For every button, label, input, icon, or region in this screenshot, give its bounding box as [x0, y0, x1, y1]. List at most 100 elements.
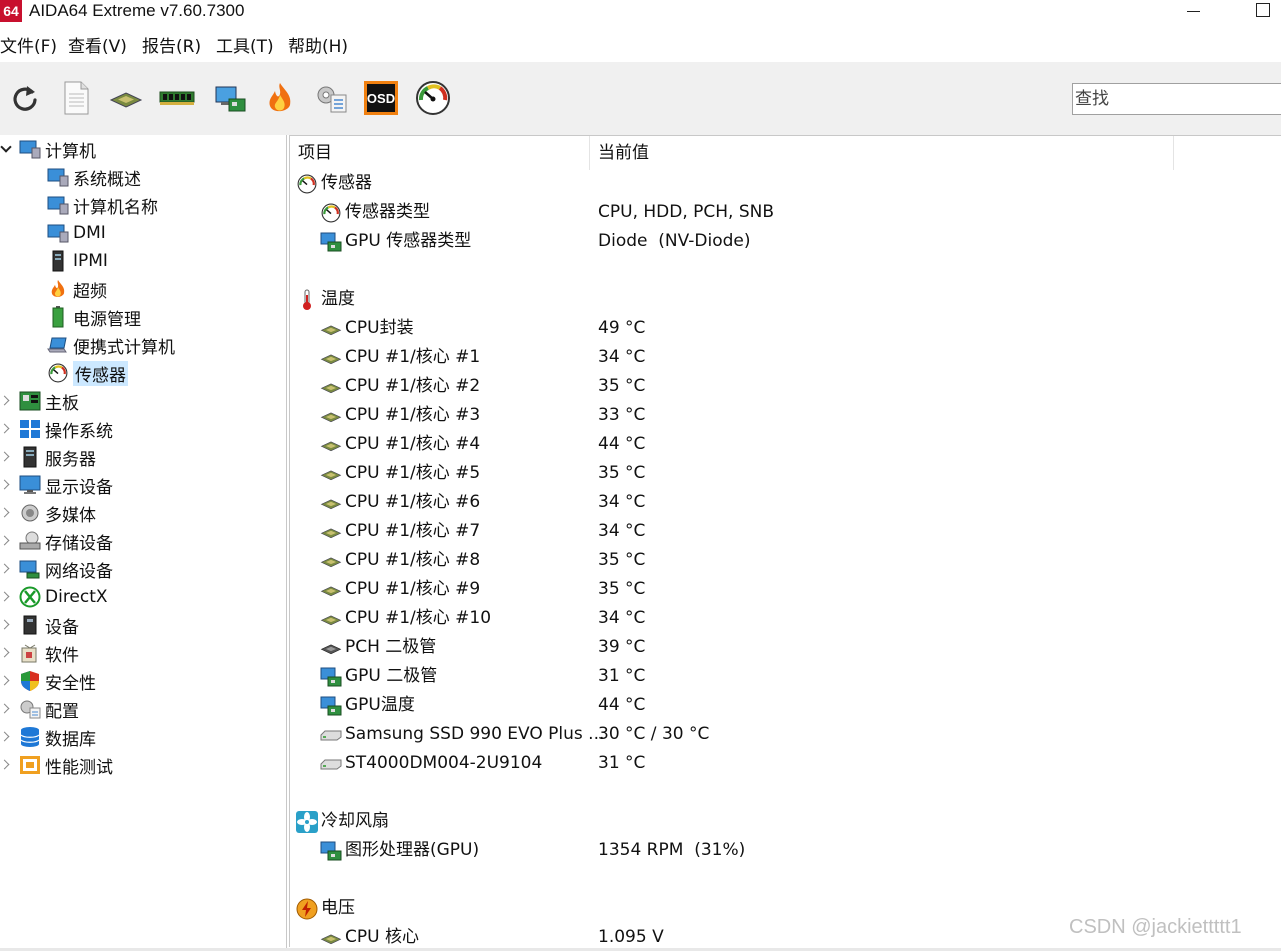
- expand-arrow-icon[interactable]: [1, 584, 13, 610]
- server-icon: [47, 250, 69, 272]
- tree-node-power-management[interactable]: 电源管理: [47, 304, 141, 330]
- list-row[interactable]: CPU #1/核心 #8 35 °C: [290, 546, 1281, 575]
- gauge-icon[interactable]: [415, 80, 451, 116]
- list-row[interactable]: 图形处理器(GPU) 1354 RPM (31%): [290, 836, 1281, 865]
- list-row[interactable]: CPU #1/核心 #7 34 °C: [290, 517, 1281, 546]
- cpu-icon: [320, 492, 342, 514]
- list-row[interactable]: ST4000DM004-2U9104 31 °C: [290, 749, 1281, 778]
- menu-help[interactable]: 帮助(H): [288, 34, 348, 60]
- expand-arrow-icon[interactable]: [1, 724, 13, 750]
- menu-view[interactable]: 查看(V): [68, 34, 127, 60]
- list-row[interactable]: GPU 传感器类型 Diode (NV-Diode): [290, 227, 1281, 256]
- row-item: CPU #1/核心 #4: [345, 434, 481, 454]
- tree-node-directx[interactable]: DirectX: [1, 584, 108, 610]
- tree-node-computer[interactable]: 计算机: [1, 136, 96, 162]
- cpu-icon: [320, 405, 342, 427]
- group-header-fans[interactable]: 冷却风扇: [290, 807, 1281, 836]
- row-item: CPU #1/核心 #5: [345, 463, 481, 483]
- tree-node-storage[interactable]: 存储设备: [1, 528, 113, 554]
- maximize-button[interactable]: [1248, 0, 1276, 22]
- tree-node-system-summary[interactable]: 系统概述: [47, 164, 141, 190]
- list-row[interactable]: GPU 二极管 31 °C: [290, 662, 1281, 691]
- tree-node-network[interactable]: 网络设备: [1, 556, 113, 582]
- expand-arrow-icon[interactable]: [1, 556, 13, 582]
- row-value: 35 °C: [598, 376, 646, 396]
- search-box[interactable]: [1072, 83, 1281, 115]
- tree-node-portable-computer[interactable]: 便携式计算机: [47, 332, 175, 358]
- tree-node-overclock[interactable]: 超频: [47, 276, 107, 302]
- list-row[interactable]: CPU #1/核心 #4 44 °C: [290, 430, 1281, 459]
- motherboard-icon[interactable]: [212, 80, 248, 116]
- group-header-temperature[interactable]: 温度: [290, 285, 1281, 314]
- lightning-icon: [296, 898, 318, 920]
- tree-node-config[interactable]: 配置: [1, 696, 79, 722]
- minimize-button[interactable]: [1178, 0, 1206, 22]
- refresh-icon[interactable]: [7, 80, 43, 116]
- group-header-sensors[interactable]: 传感器: [290, 169, 1281, 198]
- row-value: 44 °C: [598, 695, 646, 715]
- list-row[interactable]: CPU #1/核心 #5 35 °C: [290, 459, 1281, 488]
- list-row[interactable]: CPU #1/核心 #9 35 °C: [290, 575, 1281, 604]
- menu-tools[interactable]: 工具(T): [216, 34, 274, 60]
- row-item: CPU #1/核心 #6: [345, 492, 481, 512]
- tree-node-software[interactable]: 软件: [1, 640, 79, 666]
- list-row[interactable]: 传感器类型 CPU, HDD, PCH, SNB: [290, 198, 1281, 227]
- window-title: AIDA64 Extreme v7.60.7300: [29, 1, 245, 20]
- tree-node-sensors[interactable]: 传感器: [47, 360, 128, 386]
- expand-arrow-icon[interactable]: [1, 388, 13, 414]
- list-row[interactable]: PCH 二极管 39 °C: [290, 633, 1281, 662]
- list-row[interactable]: CPU #1/核心 #1 34 °C: [290, 343, 1281, 372]
- server-icon: [19, 446, 41, 468]
- expand-arrow-icon[interactable]: [1, 668, 13, 694]
- tree-node-motherboard[interactable]: 主板: [1, 388, 79, 414]
- list-row[interactable]: GPU温度 44 °C: [290, 691, 1281, 720]
- expand-arrow-icon[interactable]: [1, 752, 13, 778]
- flame-icon[interactable]: [262, 80, 298, 116]
- tree-node-benchmark[interactable]: 性能测试: [1, 752, 113, 778]
- tree-node-multimedia[interactable]: 多媒体: [1, 500, 96, 526]
- expand-arrow-icon[interactable]: [1, 528, 13, 554]
- tree-label: 安全性: [45, 673, 96, 694]
- tree-node-dmi[interactable]: DMI: [47, 220, 106, 246]
- list-row[interactable]: CPU #1/核心 #2 35 °C: [290, 372, 1281, 401]
- expand-arrow-icon[interactable]: [1, 444, 13, 470]
- expand-arrow-icon[interactable]: [1, 696, 13, 722]
- column-header-value[interactable]: 当前值: [590, 136, 1174, 170]
- tree-node-security[interactable]: 安全性: [1, 668, 96, 694]
- list-row[interactable]: CPU #1/核心 #6 34 °C: [290, 488, 1281, 517]
- expand-arrow-icon[interactable]: [1, 416, 13, 442]
- tree-node-computer-name[interactable]: 计算机名称: [47, 192, 158, 218]
- memory-icon[interactable]: [159, 80, 195, 116]
- tree-label: 电源管理: [73, 309, 141, 330]
- row-value: 34 °C: [598, 521, 646, 541]
- row-value: 39 °C: [598, 637, 646, 657]
- expand-arrow-icon[interactable]: [1, 500, 13, 526]
- list-row[interactable]: CPU #1/核心 #10 34 °C: [290, 604, 1281, 633]
- row-item: CPU #1/核心 #10: [345, 608, 492, 628]
- search-input[interactable]: [1073, 84, 1273, 114]
- gauge-icon: [47, 362, 69, 384]
- report-icon[interactable]: [58, 80, 94, 116]
- tree-node-database[interactable]: 数据库: [1, 724, 96, 750]
- menu-file[interactable]: 文件(F): [0, 34, 57, 60]
- tree-node-operating-system[interactable]: 操作系统: [1, 416, 113, 442]
- list-row[interactable]: CPU封装 49 °C: [290, 314, 1281, 343]
- expand-arrow-icon[interactable]: [1, 612, 13, 638]
- menu-report[interactable]: 报告(R): [142, 34, 201, 60]
- tree-node-server[interactable]: 服务器: [1, 444, 96, 470]
- tree-node-ipmi[interactable]: IPMI: [47, 248, 108, 274]
- group-label: 电压: [321, 898, 355, 918]
- navigation-tree: 计算机 系统概述 计算机名称 DMI IPMI 超频 电源管理 便携式计算机 传…: [0, 135, 287, 951]
- expand-arrow-icon[interactable]: [1, 472, 13, 498]
- list-row[interactable]: Samsung SSD 990 EVO Plus ... 30 °C / 30 …: [290, 720, 1281, 749]
- toolbar: OSD: [0, 62, 1281, 135]
- expand-arrow-icon[interactable]: [1, 640, 13, 666]
- tree-node-devices[interactable]: 设备: [1, 612, 79, 638]
- system-settings-icon[interactable]: [313, 80, 349, 116]
- osd-icon[interactable]: OSD: [363, 80, 399, 116]
- list-row[interactable]: CPU #1/核心 #3 33 °C: [290, 401, 1281, 430]
- cpu-icon[interactable]: [108, 80, 144, 116]
- column-header-item[interactable]: 项目: [290, 136, 590, 170]
- tree-node-display[interactable]: 显示设备: [1, 472, 113, 498]
- collapse-arrow-icon[interactable]: [1, 136, 13, 162]
